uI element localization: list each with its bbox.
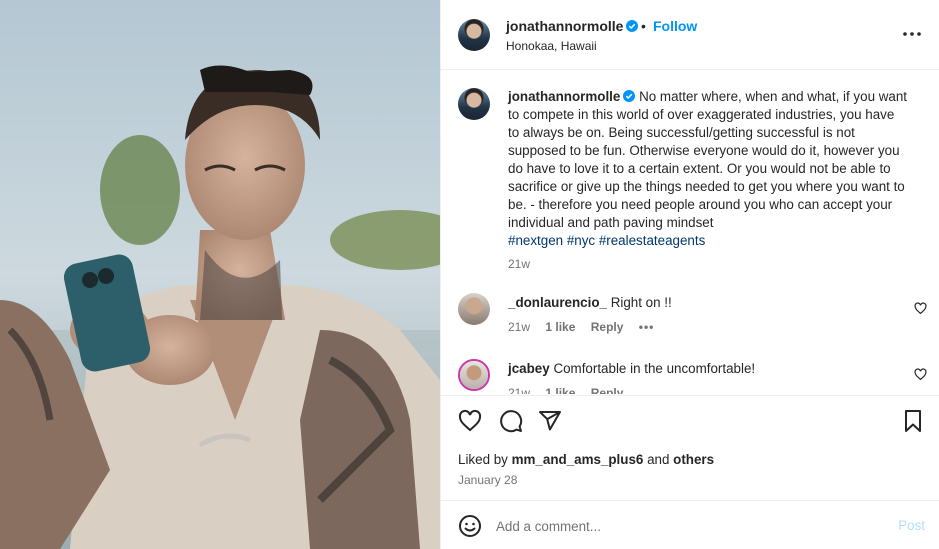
author-avatar[interactable] — [458, 19, 490, 51]
comment-more-button[interactable]: ••• — [639, 320, 655, 334]
comment-text: Right on !! — [610, 295, 672, 310]
comment-bubble-icon[interactable] — [499, 409, 523, 433]
commenter-avatar[interactable] — [458, 359, 490, 391]
liked-by-connector: and — [647, 452, 670, 467]
caption-hashtags[interactable]: #nextgen #nyc #realestateagents — [508, 233, 705, 248]
add-comment-bar: Post — [441, 500, 939, 549]
comment-like-heart-icon[interactable] — [914, 368, 927, 381]
comment-likes[interactable]: 1 like — [545, 320, 575, 334]
comment-meta: 21w 1 like Reply — [508, 386, 635, 394]
post-details-panel: jonathannormolle • Follow Honokaa, Hawai… — [440, 0, 939, 549]
comment-body: _donlaurencio_ Right on !! — [508, 295, 672, 310]
commenter-username[interactable]: jcabey — [508, 361, 550, 376]
post-photo[interactable] — [0, 0, 440, 549]
comment-input[interactable] — [496, 515, 876, 537]
comment-timestamp[interactable]: 21w — [508, 320, 530, 334]
emoji-smiley-icon[interactable] — [458, 514, 482, 538]
post-caption: jonathannormolle No matter where, when a… — [508, 88, 908, 250]
caption-timestamp[interactable]: 21w — [508, 257, 530, 271]
post-image — [0, 0, 440, 549]
follow-button[interactable]: Follow — [653, 18, 697, 34]
comment-text: Comfortable in the uncomfortable! — [553, 361, 756, 376]
comment-like-heart-icon[interactable] — [914, 302, 927, 315]
comment-item: jcabey Comfortable in the uncomfortable!… — [441, 359, 939, 394]
location-link[interactable]: Honokaa, Hawaii — [506, 39, 597, 53]
commenter-avatar[interactable] — [458, 293, 490, 325]
commenter-username[interactable]: _donlaurencio_ — [508, 295, 607, 310]
comment-body: jcabey Comfortable in the uncomfortable! — [508, 361, 755, 376]
liked-by-prefix: Liked by — [458, 452, 508, 467]
author-username[interactable]: jonathannormolle — [506, 18, 623, 34]
liked-by-user[interactable]: mm_and_ams_plus6 — [512, 452, 644, 467]
comments-scroll-area[interactable]: jonathannormolle No matter where, when a… — [441, 71, 939, 394]
verified-badge-icon — [626, 20, 639, 32]
comment-reply-button[interactable]: Reply — [591, 386, 624, 394]
liked-by-others[interactable]: others — [673, 452, 714, 467]
comment-timestamp[interactable]: 21w — [508, 386, 530, 394]
like-heart-icon[interactable] — [458, 409, 482, 433]
comment-reply-button[interactable]: Reply — [591, 320, 624, 334]
comment-item: _donlaurencio_ Right on !! 21w 1 like Re… — [441, 293, 939, 353]
caption-author-avatar[interactable] — [458, 88, 490, 120]
more-options-icon[interactable] — [902, 24, 922, 44]
save-bookmark-icon[interactable] — [901, 409, 925, 433]
share-paper-plane-icon[interactable] — [538, 409, 562, 433]
comment-likes[interactable]: 1 like — [545, 386, 575, 394]
author-username-link[interactable]: jonathannormolle — [506, 18, 639, 34]
caption-username[interactable]: jonathannormolle — [508, 89, 620, 104]
liked-by-summary: Liked by mm_and_ams_plus6 and others — [458, 452, 714, 467]
post-header: jonathannormolle • Follow Honokaa, Hawai… — [441, 0, 939, 70]
post-date[interactable]: January 28 — [458, 473, 517, 487]
caption-text: No matter where, when and what, if you w… — [508, 89, 908, 230]
comment-meta: 21w 1 like Reply ••• — [508, 320, 666, 334]
post-comment-button[interactable]: Post — [898, 518, 925, 533]
post-actions-bar: Liked by mm_and_ams_plus6 and others Jan… — [441, 395, 939, 500]
verified-badge-icon — [623, 90, 636, 102]
header-separator: • — [641, 18, 646, 34]
